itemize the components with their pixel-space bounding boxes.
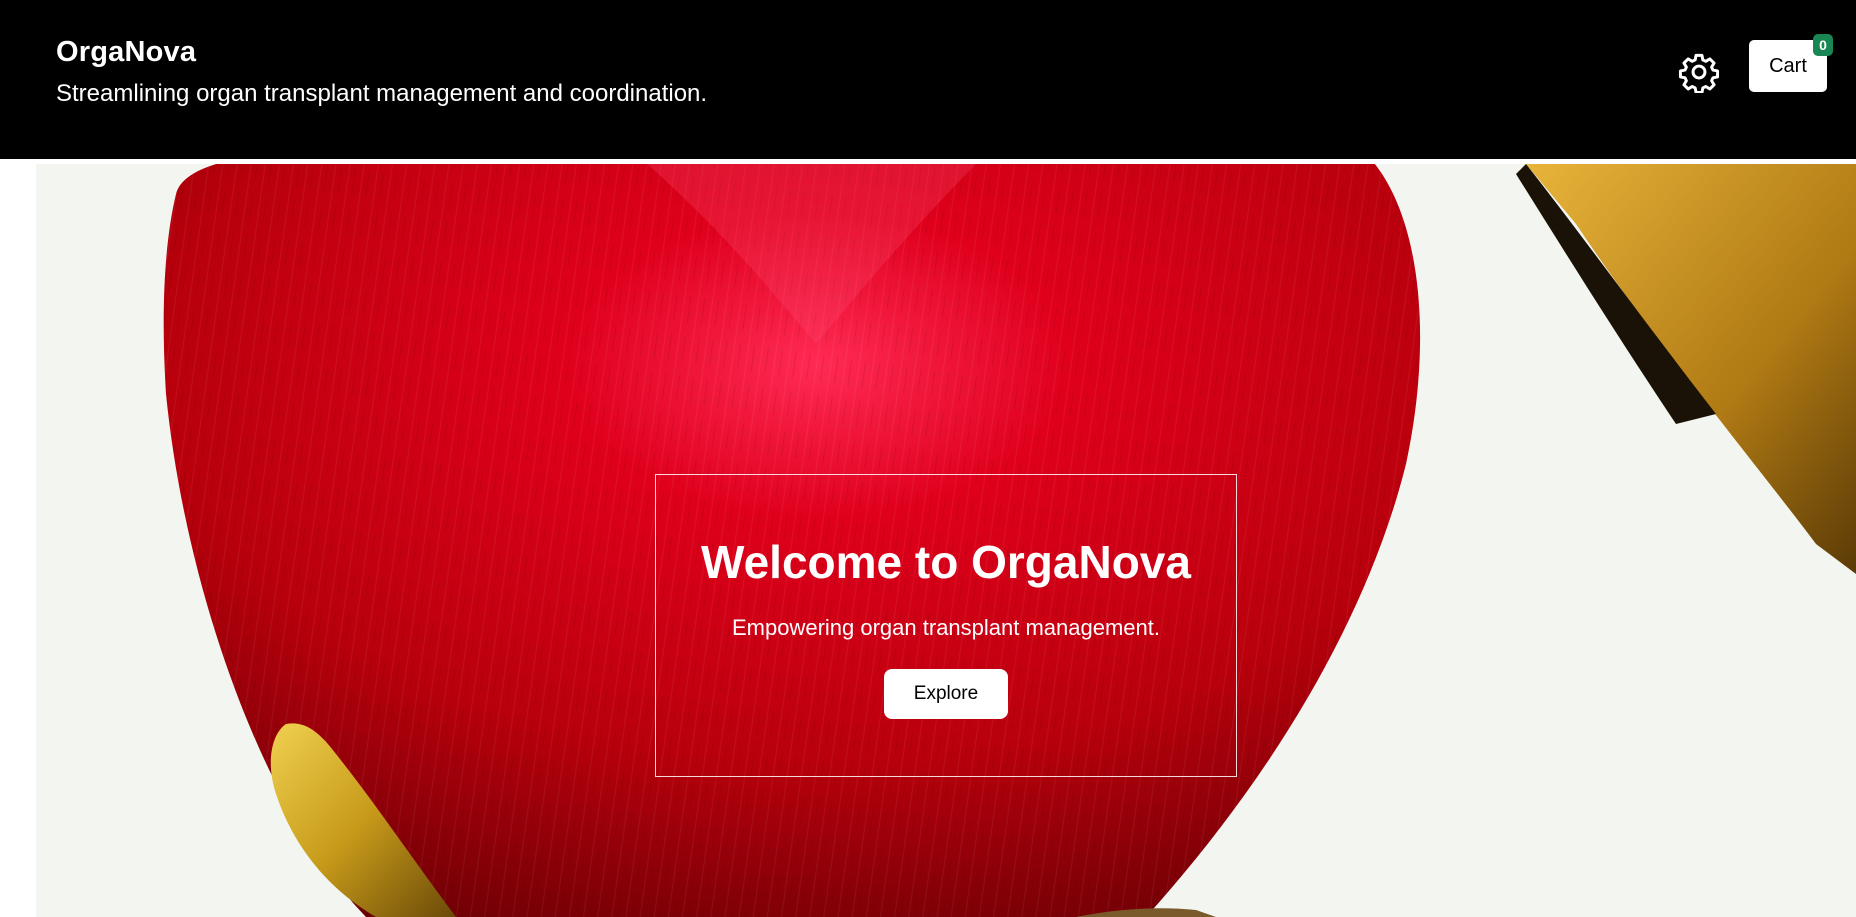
hero-subtitle: Empowering organ transplant management. bbox=[731, 615, 1161, 640]
gear-icon bbox=[1678, 53, 1720, 93]
explore-button[interactable]: Explore bbox=[883, 669, 1009, 719]
brand-title[interactable]: OrgaNova bbox=[56, 36, 196, 69]
hero-section: Welcome to OrgaNova Empowering organ tra… bbox=[36, 164, 1856, 917]
cart-button[interactable]: Cart 0 bbox=[1749, 34, 1833, 92]
cart-label: Cart bbox=[1769, 54, 1807, 77]
brand-tagline: Streamlining organ transplant management… bbox=[56, 80, 708, 107]
welcome-card: Welcome to OrgaNova Empowering organ tra… bbox=[655, 474, 1237, 777]
cart-count-badge: 0 bbox=[1813, 34, 1833, 56]
site-header: OrgaNova Streamlining organ transplant m… bbox=[0, 0, 1856, 159]
hero-title: Welcome to OrgaNova bbox=[701, 536, 1191, 588]
settings-button[interactable] bbox=[1676, 49, 1722, 95]
